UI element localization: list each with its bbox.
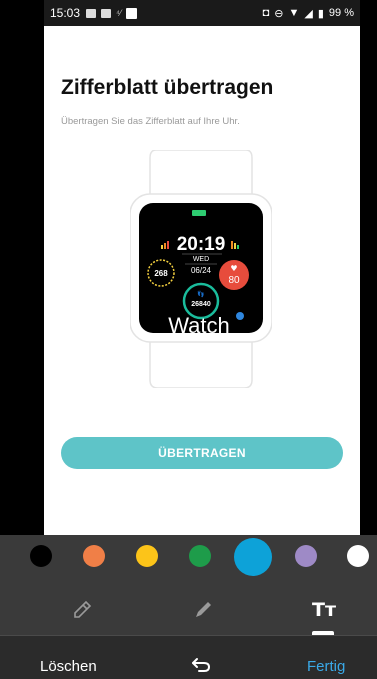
status-bar: 15:03 ⁴⁄ ◘ ⊖ ▼ ◢ ▮ 99 % [44, 0, 360, 26]
phone-screenshot: 15:03 ⁴⁄ ◘ ⊖ ▼ ◢ ▮ 99 % Zifferblatt über… [44, 0, 360, 535]
watch-day: WED [193, 256, 209, 263]
delete-button[interactable]: Löschen [40, 658, 97, 675]
battery-icon: ▮ [317, 7, 324, 20]
cell-signal-icon: ◢ [304, 7, 313, 20]
screen-frame-right [360, 0, 377, 535]
watch-left-dial-value: 268 [154, 269, 168, 278]
color-swatch-orange[interactable] [83, 545, 105, 567]
watch-time: 20:19 [177, 234, 226, 255]
dnd-icon: ⊖ [274, 7, 284, 20]
footsteps-icon: 👣 [197, 290, 205, 298]
color-swatch-blue-selected[interactable] [234, 538, 272, 576]
watch-battery-icon [192, 210, 206, 216]
watch-steps: 26840 [191, 301, 211, 308]
watch-heart-rate: 80 [228, 275, 240, 286]
color-swatch-yellow[interactable] [136, 545, 158, 567]
marker-tool[interactable] [67, 595, 97, 625]
editor-actions: Löschen Fertig [0, 636, 377, 675]
heart-icon: ♥ [230, 264, 237, 273]
color-swatch-purple[interactable] [295, 545, 317, 567]
wifi-icon: ▼ [288, 7, 300, 19]
watch-dot [236, 312, 244, 320]
color-swatch-green[interactable] [189, 545, 211, 567]
color-swatch-white[interactable] [347, 545, 369, 567]
marker-icon [74, 600, 92, 618]
page-title: Zifferblatt übertragen [61, 76, 274, 99]
image-notification-icon [86, 8, 97, 18]
transfer-button[interactable]: ÜBERTRAGEN [61, 437, 343, 469]
watch-label: Watch [168, 313, 230, 338]
screen-frame-left [0, 0, 44, 535]
done-button[interactable]: Fertig [307, 658, 345, 675]
app-notification-icon [126, 7, 138, 19]
color-swatch-black[interactable] [30, 545, 52, 567]
drawing-tools: Tт [0, 577, 377, 635]
message-notification-icon [101, 8, 112, 18]
pen-icon [196, 602, 211, 617]
text-tool[interactable]: Tт [309, 595, 339, 625]
signal-notification-icon: ⁴⁄ [116, 8, 122, 18]
undo-button[interactable] [190, 656, 212, 679]
color-palette [0, 535, 377, 577]
undo-icon [192, 658, 211, 672]
pen-tool[interactable] [188, 595, 218, 625]
watch-date: 06/24 [191, 266, 212, 275]
page-subtitle: Übertragen Sie das Zifferblatt auf Ihre … [61, 116, 240, 127]
watch-illustration: 20:19 WED 06/24 268 ♥ 80 👣 26840 Watch [129, 149, 273, 389]
battery-percent: 99 % [328, 7, 354, 19]
status-time: 15:03 [50, 6, 81, 20]
vibrate-icon: ◘ [262, 7, 270, 19]
text-tool-icon: Tт [312, 599, 336, 621]
watch-preview: 20:19 WED 06/24 268 ♥ 80 👣 26840 Watch [129, 149, 273, 389]
